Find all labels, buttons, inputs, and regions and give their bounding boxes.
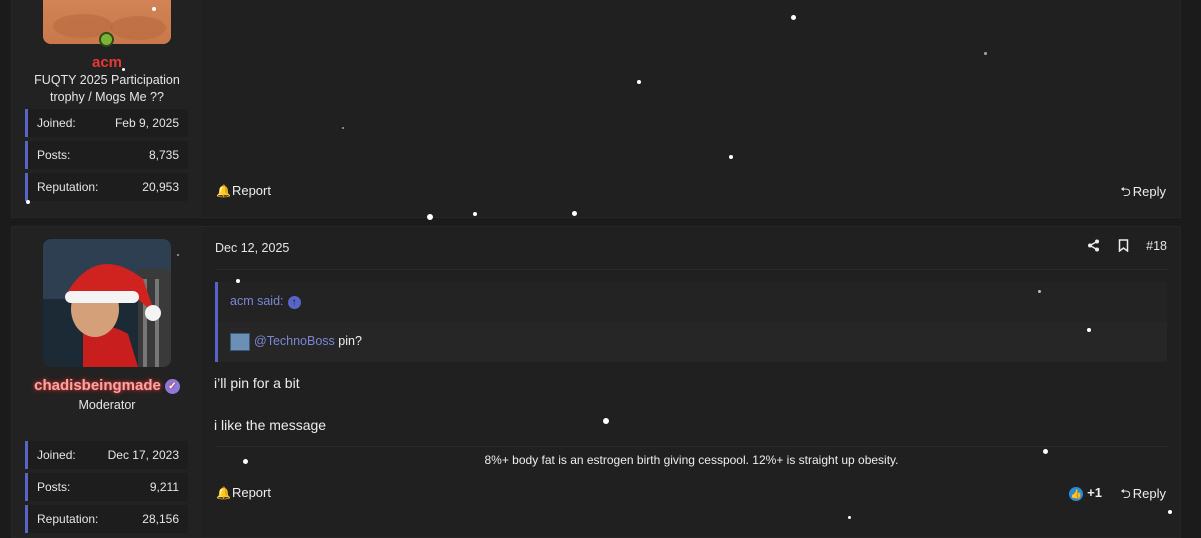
stat-joined: Joined: Feb 9, 2025 — [25, 109, 188, 137]
stat-value: 8,735 — [148, 148, 179, 162]
stat-value: 20,953 — [142, 180, 179, 194]
user-sidebar: acm FUQTY 2025 Participation trophy / Mo… — [12, 0, 202, 217]
reaction-summary[interactable]: 👍 +1 — [1069, 485, 1102, 501]
stat-joined: Joined: Dec 17, 2023 — [25, 441, 188, 469]
stat-label: Reputation: — [37, 180, 99, 194]
snowflake — [1168, 510, 1172, 514]
message-line: i like the message — [214, 417, 327, 433]
stat-value: Dec 17, 2023 — [107, 448, 179, 462]
signature: 8%+ body fat is an estrogen birth giving… — [215, 446, 1168, 467]
stat-posts: Posts: 8,735 — [25, 141, 188, 169]
post-previous: acm FUQTY 2025 Participation trophy / Mo… — [11, 0, 1181, 218]
stat-label: Posts: — [37, 148, 71, 162]
bell-icon: 🔔 — [216, 486, 231, 500]
quote-author[interactable]: acm said: ↑ — [230, 294, 301, 309]
quote-text: @TechnoBoss pin? — [254, 334, 362, 348]
username[interactable]: chadisbeingmade ✓ — [12, 377, 202, 394]
report-label: Report — [231, 183, 271, 198]
stat-value: 9,211 — [149, 480, 179, 494]
reply-button[interactable]: ⮌ Reply — [1120, 485, 1166, 507]
avatar[interactable] — [43, 239, 171, 367]
reaction-count: +1 — [1087, 485, 1102, 500]
online-indicator — [99, 32, 114, 47]
share-icon[interactable] — [1087, 239, 1103, 253]
post-date[interactable]: Dec 12, 2025 — [215, 241, 289, 255]
stat-reputation: Reputation: 28,156 — [25, 505, 188, 533]
mini-avatar — [230, 333, 250, 351]
snowflake — [603, 418, 609, 424]
divider — [215, 269, 1168, 270]
snowflake — [342, 127, 344, 129]
user-sidebar: chadisbeingmade ✓ Moderator Joined: Dec 1… — [12, 227, 202, 537]
snowflake — [236, 279, 240, 283]
reply-button[interactable]: ⮌ Reply — [1120, 183, 1166, 205]
stat-posts: Posts: 9,211 — [25, 473, 188, 501]
quote-body: @TechnoBoss pin? — [218, 322, 1167, 362]
snowflake — [1043, 449, 1048, 454]
username[interactable]: acm — [12, 54, 202, 71]
quote-rest: pin? — [334, 334, 362, 348]
snowflake — [177, 254, 179, 256]
reply-label: Reply — [1132, 184, 1166, 199]
snowflake — [572, 211, 577, 216]
snowflake — [243, 459, 248, 464]
stat-label: Reputation: — [37, 512, 99, 526]
snowflake — [729, 155, 733, 159]
snowflake — [122, 68, 125, 71]
quote-block: acm said: ↑ @TechnoBoss pin? — [215, 282, 1167, 362]
snowflake — [473, 212, 477, 216]
stat-label: Posts: — [37, 480, 71, 494]
mention-link[interactable]: @TechnoBoss — [254, 334, 335, 348]
stat-label: Joined: — [37, 448, 76, 462]
post-current: chadisbeingmade ✓ Moderator Joined: Dec 1… — [11, 226, 1181, 538]
snowflake — [1038, 290, 1041, 293]
snowflake — [791, 15, 796, 20]
snowflake — [984, 52, 987, 55]
like-icon: 👍 — [1069, 487, 1084, 501]
message-line: i’ll pin for a bit — [214, 375, 300, 391]
reply-arrow-icon: ⮌ — [1120, 184, 1131, 199]
snowflake — [152, 7, 156, 11]
page-edge — [1182, 0, 1201, 519]
snowflake — [26, 200, 30, 204]
post-tools: #18 — [1073, 239, 1167, 253]
user-title: FUQTY 2025 Participation trophy / Mogs M… — [34, 73, 180, 104]
report-label: Report — [231, 485, 271, 500]
stat-label: Joined: — [37, 116, 76, 130]
reply-arrow-icon: ⮌ — [1120, 486, 1131, 501]
stat-value: Feb 9, 2025 — [114, 116, 179, 130]
reply-label: Reply — [1132, 486, 1166, 501]
report-button[interactable]: 🔔Report — [216, 485, 271, 500]
snowflake — [1087, 328, 1091, 332]
report-button[interactable]: 🔔Report — [216, 183, 271, 198]
stat-value: 28,156 — [142, 512, 179, 526]
snowflake — [637, 80, 641, 84]
snowflake — [427, 214, 433, 220]
bell-icon: 🔔 — [216, 184, 231, 198]
user-title: Moderator — [78, 398, 136, 412]
post-number[interactable]: #18 — [1146, 239, 1167, 253]
arrow-up-icon[interactable]: ↑ — [287, 296, 301, 309]
quote-author-text: acm said: — [230, 294, 284, 308]
bookmark-icon[interactable] — [1118, 239, 1132, 253]
stat-reputation: Reputation: 20,953 — [25, 173, 188, 201]
username-text: chadisbeingmade — [34, 377, 161, 394]
verified-icon: ✓ — [164, 379, 180, 394]
